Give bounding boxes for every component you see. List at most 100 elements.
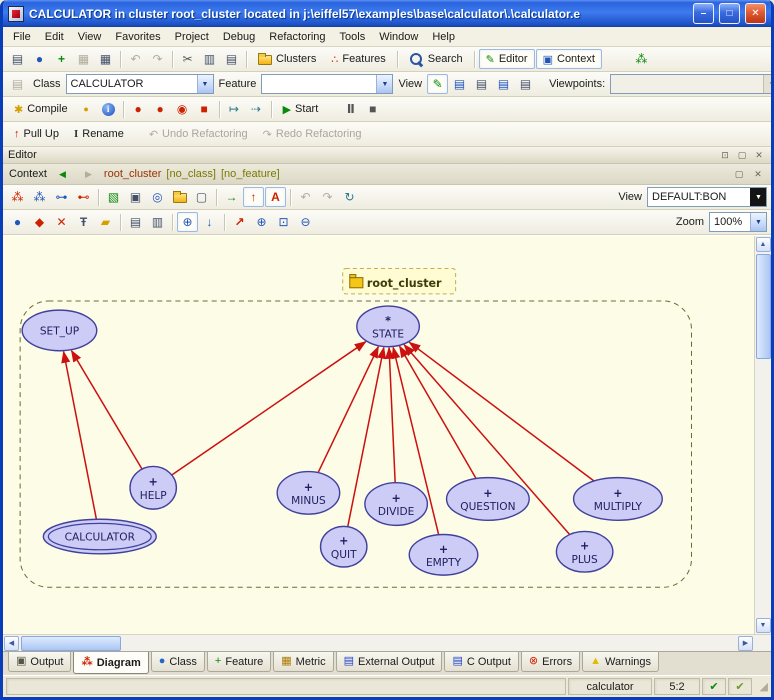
cluster-relations-icon[interactable]: ⁂ xyxy=(29,187,50,207)
diagram-view-combobox[interactable]: DEFAULT:BON ▼ xyxy=(647,187,767,207)
menu-edit[interactable]: Edit xyxy=(38,28,71,46)
viewpoints-combobox[interactable]: ▼ xyxy=(610,74,771,94)
layout-depth-icon[interactable]: ▤ xyxy=(125,212,146,232)
undo-refactoring-button[interactable]: ↶ Undo Refactoring xyxy=(142,124,255,144)
open-cluster-icon[interactable] xyxy=(169,187,190,207)
step-over-icon[interactable]: ⇢ xyxy=(246,99,267,119)
layout-reset-icon[interactable]: ▥ xyxy=(147,212,168,232)
class-combobox[interactable]: CALCULATOR ▼ xyxy=(66,74,214,94)
class-node-empty[interactable]: +EMPTY xyxy=(409,535,478,576)
stop-icon[interactable]: ■ xyxy=(362,99,383,119)
freeze-key-icon[interactable]: ● xyxy=(76,99,97,119)
copy-icon[interactable]: ▥ xyxy=(199,49,220,69)
scroll-down-icon[interactable]: ▼ xyxy=(756,618,771,633)
class-node-calculator[interactable]: CALCULATOR xyxy=(43,519,156,554)
new-document-icon[interactable]: ▤ xyxy=(7,49,28,69)
class-relations-icon[interactable]: ⁂ xyxy=(7,187,28,207)
minimize-button[interactable]: – xyxy=(693,3,714,24)
crop-tool-icon[interactable]: Ŧ xyxy=(73,212,94,232)
maximize-panel-icon[interactable]: ▢ xyxy=(735,149,749,162)
start-button[interactable]: ▶ Start xyxy=(276,99,326,119)
project-info-button[interactable]: i xyxy=(98,99,119,119)
class-node-quit[interactable]: +QUIT xyxy=(321,526,367,567)
chevron-down-icon[interactable]: ▼ xyxy=(197,75,213,93)
close-panel-icon[interactable]: ✕ xyxy=(752,149,766,162)
tab-c-output[interactable]: ▤C Output xyxy=(444,652,518,672)
tab-output[interactable]: ▣Output xyxy=(8,652,71,672)
chevron-down-icon[interactable]: ▼ xyxy=(750,213,766,231)
menu-view[interactable]: View xyxy=(71,28,109,46)
eraser-tool-icon[interactable]: ▰ xyxy=(95,212,116,232)
tab-feature[interactable]: +Feature xyxy=(207,652,271,672)
paste-icon[interactable]: ▤ xyxy=(221,49,242,69)
close-panel-icon[interactable]: ✕ xyxy=(751,168,765,181)
add-item-icon[interactable]: + xyxy=(51,49,72,69)
class-node-multiply[interactable]: +MULTIPLY xyxy=(574,478,663,521)
debug-run-ignore-icon[interactable]: ● xyxy=(150,99,171,119)
text-tool-icon[interactable]: A xyxy=(265,187,286,207)
context-cluster-crumb[interactable]: root_cluster xyxy=(104,168,161,180)
debug-run-stop-icon[interactable]: ◉ xyxy=(172,99,193,119)
zoom-in-icon[interactable]: ⊕ xyxy=(251,212,272,232)
diagram-undo-icon[interactable]: ↶ xyxy=(295,187,316,207)
view-contract-icon[interactable]: ▤ xyxy=(493,74,514,94)
paste-context-icon[interactable]: ▤ xyxy=(7,74,28,94)
debug-stop-points-icon[interactable]: ■ xyxy=(194,99,215,119)
view-flat-icon[interactable]: ▤ xyxy=(449,74,470,94)
diagram-redo-icon[interactable]: ↷ xyxy=(317,187,338,207)
menu-favorites[interactable]: Favorites xyxy=(108,28,167,46)
maximize-button[interactable]: □ xyxy=(719,3,740,24)
chevron-down-icon[interactable]: ▼ xyxy=(750,188,766,206)
redo-refactoring-button[interactable]: ↷ Redo Refactoring xyxy=(256,124,369,144)
resize-grip[interactable]: ◢ xyxy=(754,680,768,693)
link-tool-icon[interactable]: ↗ xyxy=(229,212,250,232)
diagram-tool-icon[interactable]: ⁂ xyxy=(631,49,652,69)
class-node-help[interactable]: +HELP xyxy=(130,466,176,509)
vertical-scroll-thumb[interactable] xyxy=(756,254,771,359)
tab-errors[interactable]: ⊗Errors xyxy=(521,652,580,672)
clusters-button[interactable]: Clusters xyxy=(251,49,323,69)
zoom-combobox[interactable]: 100% ▼ xyxy=(709,212,767,232)
menu-project[interactable]: Project xyxy=(168,28,216,46)
menu-debug[interactable]: Debug xyxy=(216,28,262,46)
save-all-icon[interactable]: ▦ xyxy=(95,49,116,69)
view-interface-icon[interactable]: ▤ xyxy=(515,74,536,94)
class-node-divide[interactable]: +DIVIDE xyxy=(365,483,427,526)
cut-icon[interactable]: ✂ xyxy=(177,49,198,69)
go-to-target-icon[interactable]: → xyxy=(221,187,242,207)
class-node-state[interactable]: *STATE xyxy=(357,306,419,347)
chevron-down-icon[interactable]: ▼ xyxy=(763,75,771,93)
title-bar[interactable]: CALCULATOR in cluster root_cluster locat… xyxy=(3,0,771,27)
relation-edge-question-state[interactable] xyxy=(400,346,476,478)
save-icon[interactable]: ▦ xyxy=(73,49,94,69)
step-into-icon[interactable]: ↦ xyxy=(224,99,245,119)
scroll-up-icon[interactable]: ▲ xyxy=(756,237,771,252)
history-forward-icon[interactable]: ▶ xyxy=(78,164,99,184)
tab-warnings[interactable]: ▲Warnings xyxy=(582,652,659,672)
center-diagram-icon[interactable]: ⊕ xyxy=(177,212,198,232)
pause-icon[interactable]: Ⅱ xyxy=(340,99,361,119)
view-clickable-icon[interactable]: ▤ xyxy=(471,74,492,94)
rename-button[interactable]: I Rename xyxy=(67,124,131,144)
menu-tools[interactable]: Tools xyxy=(333,28,373,46)
capture-diagram-icon[interactable]: ▣ xyxy=(125,187,146,207)
menu-help[interactable]: Help xyxy=(425,28,462,46)
horizontal-scrollbar[interactable]: ◀ ▶ xyxy=(3,634,754,651)
close-button[interactable]: ✕ xyxy=(745,3,766,24)
view-area-icon[interactable]: ◎ xyxy=(147,187,168,207)
features-button[interactable]: ∴ Features xyxy=(324,49,392,69)
search-button[interactable]: Search xyxy=(402,49,470,69)
maximize-panel-icon[interactable]: ▢ xyxy=(732,168,746,181)
zoom-fit-icon[interactable]: ⊡ xyxy=(273,212,294,232)
history-back-icon[interactable]: ◀ xyxy=(52,164,73,184)
vertical-scrollbar[interactable]: ▲ ▼ xyxy=(754,236,771,634)
relation-edge-help-set_up[interactable] xyxy=(71,351,142,469)
compile-button[interactable]: ✱ Compile xyxy=(7,99,75,119)
relation-edge-divide-state[interactable] xyxy=(389,348,395,483)
new-cluster-tool-icon[interactable]: ◆ xyxy=(29,212,50,232)
tab-class[interactable]: ●Class xyxy=(151,652,205,672)
new-view-window-icon[interactable]: ▢ xyxy=(191,187,212,207)
editor-toggle-button[interactable]: ✎ Editor xyxy=(479,49,535,69)
refresh-diagram-icon[interactable]: ↻ xyxy=(339,187,360,207)
tab-metric[interactable]: ▦Metric xyxy=(273,652,333,672)
